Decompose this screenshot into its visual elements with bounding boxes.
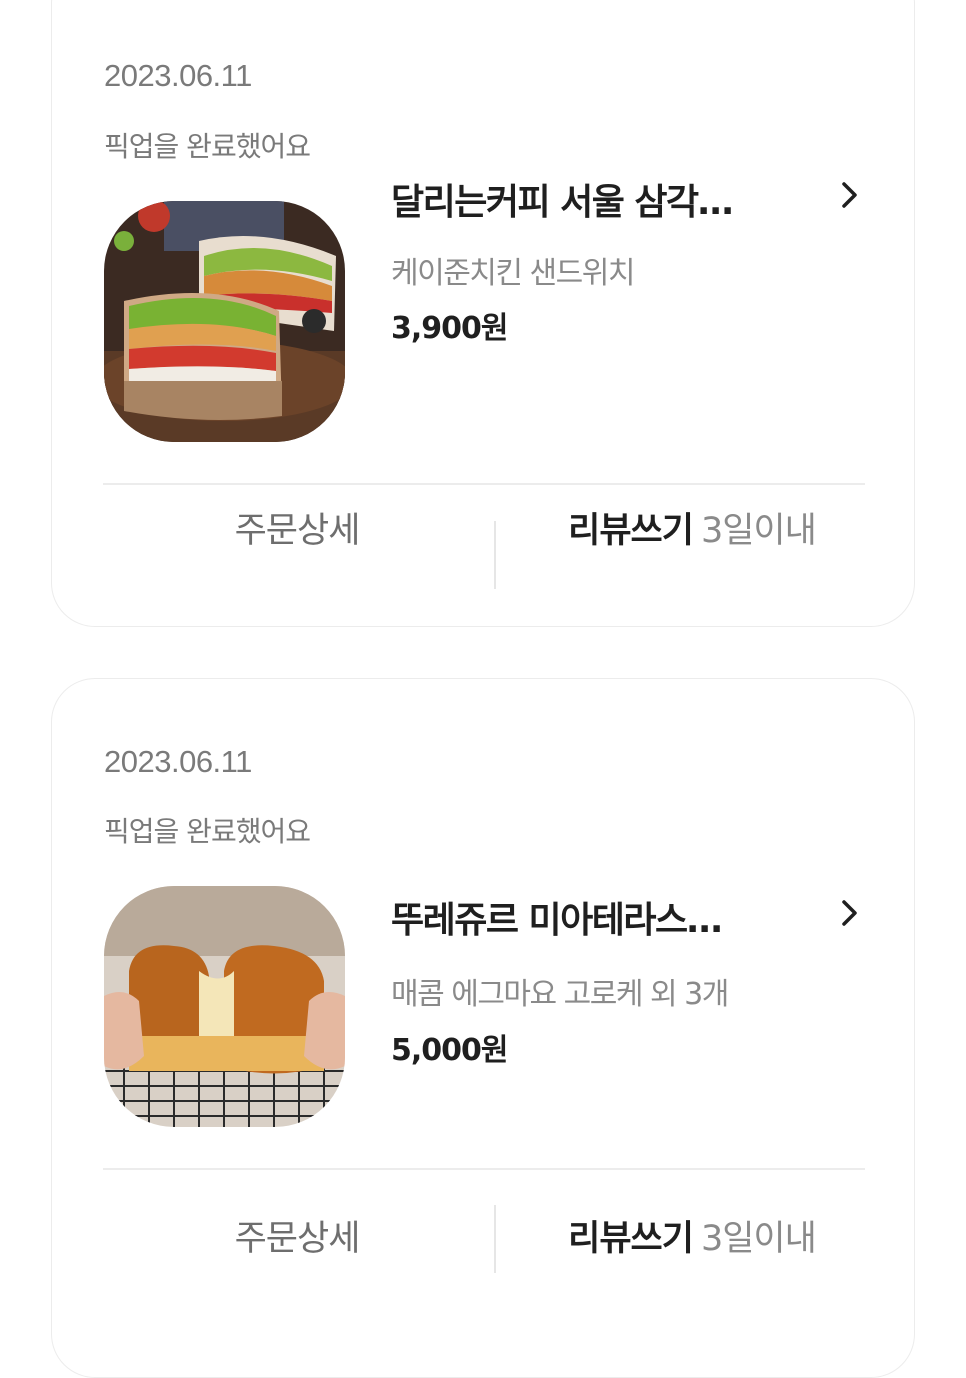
order-card: 2023.06.11 픽업을 완료했어요 뚜레쥬르 미아테라스… 매콤 에그마요… <box>51 678 915 1378</box>
order-detail-button[interactable]: 주문상세 <box>112 491 482 571</box>
order-price: 3,900원 <box>391 311 508 346</box>
review-label: 리뷰쓰기 <box>568 511 694 551</box>
order-detail-button[interactable]: 주문상세 <box>112 1199 482 1279</box>
order-date: 2023.06.11 <box>104 58 252 93</box>
write-review-button[interactable]: 리뷰쓰기 3일이내 <box>507 491 877 571</box>
card-divider <box>103 1168 865 1170</box>
button-divider <box>494 1205 496 1273</box>
sandwich-photo-icon <box>104 201 345 442</box>
order-price: 5,000원 <box>391 1033 508 1068</box>
store-name[interactable]: 달리는커피 서울 삼각… <box>391 173 734 225</box>
order-card: 2023.06.11 픽업을 완료했어요 달리는커피 서울 삼각… 케이준치킨 … <box>51 0 915 627</box>
order-status: 픽업을 완료했어요 <box>104 130 311 163</box>
menu-name: 매콤 에그마요 고로케 외 3개 <box>391 977 729 1012</box>
review-deadline: 3일이내 <box>700 511 817 551</box>
order-date: 2023.06.11 <box>104 744 252 779</box>
button-divider <box>494 521 496 589</box>
menu-name: 케이준치킨 샌드위치 <box>391 256 635 291</box>
sandwich-thumbnail[interactable] <box>104 201 345 442</box>
bread-thumbnail[interactable] <box>104 886 345 1127</box>
write-review-button[interactable]: 리뷰쓰기 3일이내 <box>507 1199 877 1279</box>
order-status: 픽업을 완료했어요 <box>104 815 311 848</box>
chevron-right-icon[interactable] <box>838 895 862 931</box>
bread-photo-icon <box>104 886 345 1127</box>
card-divider <box>103 483 865 485</box>
review-label: 리뷰쓰기 <box>568 1219 694 1259</box>
chevron-right-icon[interactable] <box>838 177 862 213</box>
review-deadline: 3일이내 <box>700 1219 817 1259</box>
store-name[interactable]: 뚜레쥬르 미아테라스… <box>391 891 723 943</box>
